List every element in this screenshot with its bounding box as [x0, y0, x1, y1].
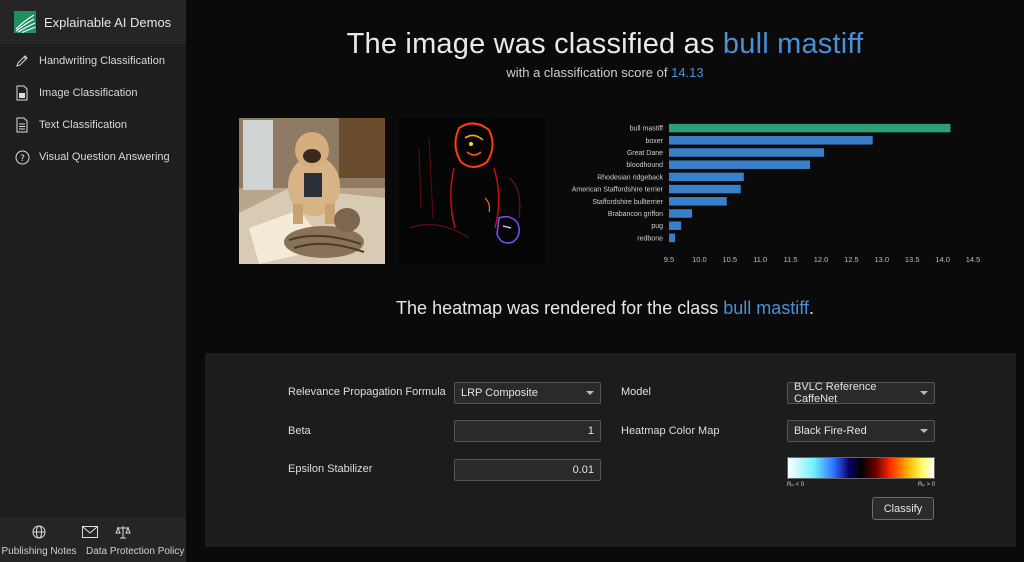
epsilon-input-value: 0.01 — [572, 464, 594, 476]
result-subtitle: with a classification score of 14.13 — [186, 65, 1024, 80]
beta-input-value: 1 — [587, 425, 594, 437]
chevron-down-icon — [586, 391, 594, 395]
sidebar: Explainable AI Demos Handwriting Classif… — [0, 0, 186, 562]
chart-bar — [669, 233, 676, 243]
chart-tick-label: 14.5 — [966, 255, 981, 264]
chart-bar — [669, 160, 811, 169]
colormap-select-value: Black Fire-Red — [794, 425, 867, 437]
model-label: Model — [621, 386, 651, 398]
beta-input[interactable]: 1 — [454, 420, 601, 442]
chart-bar — [669, 136, 873, 145]
chart-bar — [669, 172, 744, 182]
heatmap-class-name: bull mastiff — [723, 298, 809, 318]
sidebar-item-vqa[interactable]: ? Visual Question Answering — [0, 141, 186, 173]
chart-category-label: American Staffordshire terrier — [572, 187, 664, 194]
heatmap-image — [399, 118, 545, 264]
scales-link[interactable] — [115, 524, 131, 540]
chart-bar — [669, 148, 825, 157]
sidebar-nav: Handwriting Classification Image Classif… — [0, 45, 186, 173]
brand-header[interactable]: Explainable AI Demos — [0, 0, 186, 44]
epsilon-label: Epsilon Stabilizer — [288, 463, 373, 475]
main-content: The image was classified as bull mastiff… — [186, 0, 1024, 562]
envelope-link[interactable] — [82, 524, 98, 540]
chart-tick-label: 14.0 — [935, 255, 950, 264]
chart-category-label: boxer — [645, 138, 663, 145]
sidebar-item-handwriting[interactable]: Handwriting Classification — [0, 45, 186, 77]
chart-bar — [669, 123, 951, 133]
formula-select-value: LRP Composite — [461, 387, 538, 399]
publishing-notes-link[interactable]: Publishing Notes — [1, 524, 77, 557]
chart-category-label: Staffordshire bullterrier — [592, 199, 663, 206]
chart-tick-label: 13.5 — [905, 255, 920, 264]
chart-bar — [669, 221, 682, 230]
class-score-chart: bull mastiff boxer Great Dane bloodhound Rho… — [572, 123, 981, 264]
globe-icon — [32, 524, 46, 540]
chart-tick-label: 12.0 — [814, 255, 829, 264]
heatmap-caption-suffix: . — [808, 298, 814, 318]
colorbar-left-label: Rₚ < 0 — [787, 482, 805, 488]
model-select[interactable]: BVLC Reference CaffeNet — [787, 381, 935, 405]
result-score: 14.13 — [671, 65, 704, 80]
app-title: Explainable AI Demos — [44, 14, 172, 30]
colorbar-right-label: Rₚ > 0 — [918, 482, 936, 488]
image-file-icon — [14, 85, 30, 101]
sidebar-item-label: Visual Question Answering — [39, 151, 170, 163]
classify-button[interactable]: Classify — [872, 497, 934, 520]
sidebar-item-label: Text Classification — [39, 119, 128, 131]
envelope-icon — [82, 524, 98, 540]
chart-bar — [669, 197, 727, 206]
result-title-prefix: The image was classified as — [346, 28, 723, 60]
pencil-icon — [14, 53, 30, 69]
result-class-name: bull mastiff — [722, 28, 864, 60]
data-protection-policy-link[interactable]: Data Protection Policy — [86, 546, 184, 557]
chart-bar — [669, 209, 693, 218]
epsilon-input[interactable]: 0.01 — [454, 459, 601, 481]
svg-text:?: ? — [20, 154, 25, 164]
chart-category-label: redbone — [637, 235, 663, 242]
app-logo-icon — [14, 11, 36, 33]
chart-tick-label: 11.5 — [784, 255, 798, 264]
chevron-down-icon — [920, 391, 928, 395]
chart-category-label: pug — [651, 223, 663, 230]
chevron-down-icon — [920, 429, 928, 433]
sidebar-item-label: Handwriting Classification — [39, 55, 165, 67]
chart-category-label: bull mastiff — [630, 126, 663, 133]
settings-panel: Relevance Propagation Formula LRP Compos… — [205, 353, 1016, 547]
model-select-value: BVLC Reference CaffeNet — [794, 381, 877, 405]
sidebar-item-image[interactable]: Image Classification — [0, 77, 186, 109]
chart-category-label: Great Dane — [627, 150, 663, 157]
chart-tick-label: 9.5 — [664, 255, 674, 264]
chart-bar — [669, 184, 741, 194]
chart-category-label: Brabancon griffon — [608, 211, 663, 218]
chart-tick-label: 12.5 — [844, 255, 859, 264]
question-circle-icon: ? — [14, 149, 30, 165]
colormap-label: Heatmap Color Map — [621, 425, 720, 437]
colormap-colorbar — [787, 457, 935, 479]
heatmap-caption: The heatmap was rendered for the class b… — [186, 298, 1024, 319]
formula-label: Relevance Propagation Formula — [288, 386, 446, 398]
publishing-notes-label: Publishing Notes — [1, 546, 77, 557]
chart-tick-label: 10.0 — [692, 255, 707, 264]
chart-tick-label: 10.5 — [722, 255, 737, 264]
sidebar-footer: Publishing Notes Data Protection Policy — [0, 518, 186, 562]
scales-icon — [115, 524, 131, 540]
colormap-select[interactable]: Black Fire-Red — [787, 420, 935, 442]
text-file-icon — [14, 117, 30, 133]
chart-category-label: bloodhound — [626, 162, 663, 169]
chart-category-label: Rhodesian ridgeback — [597, 174, 663, 181]
formula-select[interactable]: LRP Composite — [454, 382, 601, 404]
sidebar-item-text[interactable]: Text Classification — [0, 109, 186, 141]
input-image — [239, 118, 385, 264]
result-subtitle-prefix: with a classification score of — [506, 65, 672, 80]
chart-tick-label: 13.0 — [874, 255, 889, 264]
sidebar-item-label: Image Classification — [39, 87, 138, 99]
chart-tick-label: 11.0 — [753, 255, 767, 264]
heatmap-caption-prefix: The heatmap was rendered for the class — [396, 298, 724, 318]
result-title: The image was classified as bull mastiff — [186, 28, 1024, 61]
beta-label: Beta — [288, 425, 311, 437]
